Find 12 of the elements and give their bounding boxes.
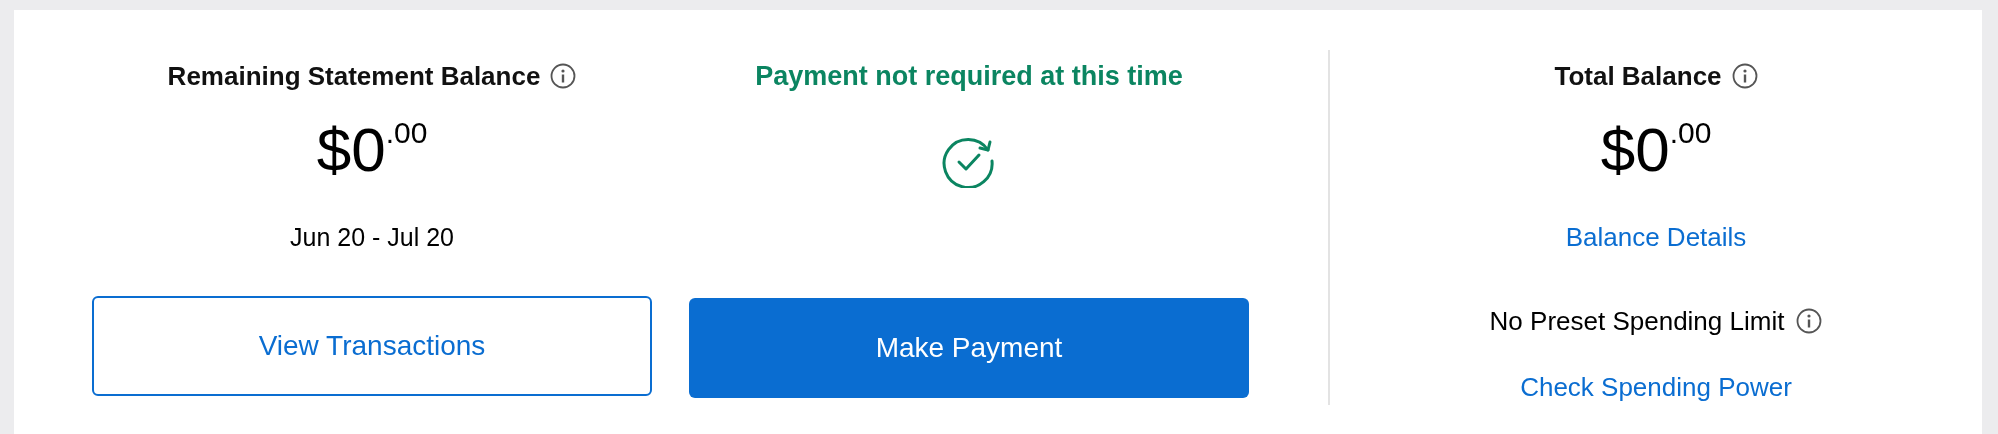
section-title: Total Balance [1554,59,1722,93]
info-icon[interactable] [550,63,577,89]
statement-period: Jun 20 - Jul 20 [290,222,454,253]
view-transactions-button[interactable]: View Transactions [92,296,652,396]
info-icon[interactable] [1731,63,1758,89]
info-icon[interactable] [1796,308,1823,334]
payment-status: Payment not required at this time [755,60,1183,93]
check-spending-power-link[interactable]: Check Spending Power [1520,369,1792,405]
spending-limit-label: No Preset Spending Limit [1489,304,1785,338]
section-title: Remaining Statement Balance [167,59,541,93]
make-payment-button[interactable]: Make Payment [689,298,1249,398]
balance-details-link[interactable]: Balance Details [1565,220,1747,254]
